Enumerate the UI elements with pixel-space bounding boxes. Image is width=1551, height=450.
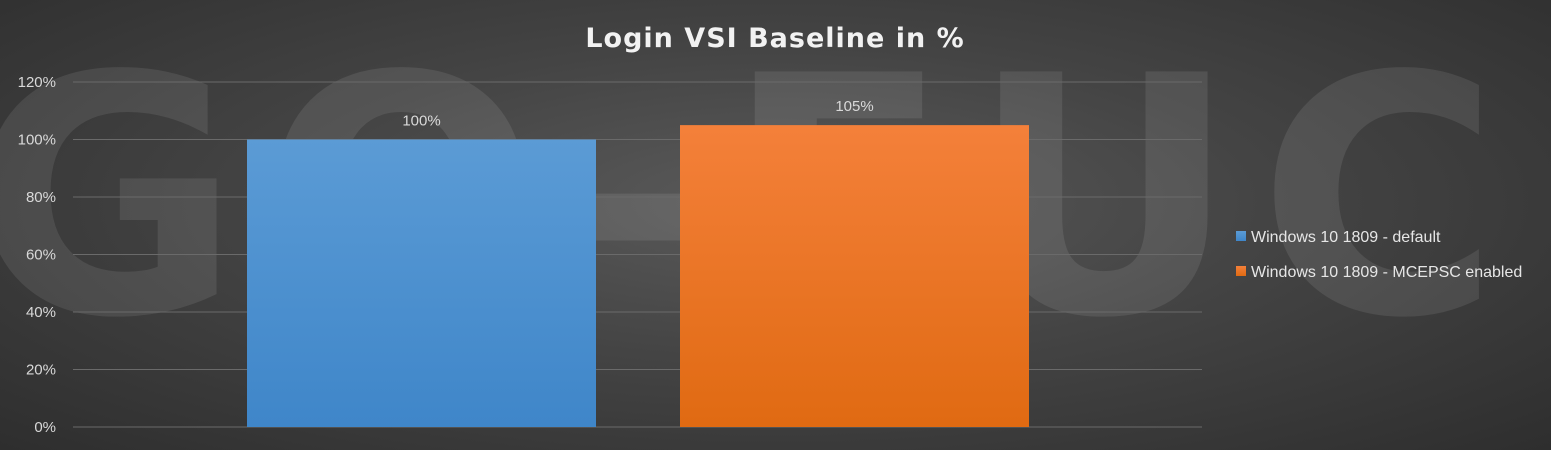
data-label: 105%: [835, 98, 873, 115]
y-tick-label: 20%: [26, 362, 56, 379]
y-tick-label: 80%: [26, 189, 56, 206]
chart-title: Login VSI Baseline in %: [585, 23, 964, 54]
y-tick-label: 120%: [18, 74, 56, 91]
bar-default: [247, 139, 596, 427]
y-tick-label: 100%: [18, 132, 56, 149]
legend-swatch-default: [1236, 231, 1246, 241]
legend-swatch-mcepsc: [1236, 266, 1246, 276]
y-tick-label: 0%: [34, 419, 56, 436]
chart: GO-EUC Login VSI Baseline in % 0%20%40%6…: [0, 6, 1522, 436]
legend-label-default: Windows 10 1809 - default: [1251, 229, 1441, 246]
legend-label-mcepsc: Windows 10 1809 - MCEPSC enabled: [1251, 264, 1522, 281]
y-tick-label: 60%: [26, 247, 56, 264]
y-tick-label: 40%: [26, 304, 56, 321]
bar-mcepsc: [680, 125, 1029, 427]
data-label: 100%: [402, 113, 440, 130]
